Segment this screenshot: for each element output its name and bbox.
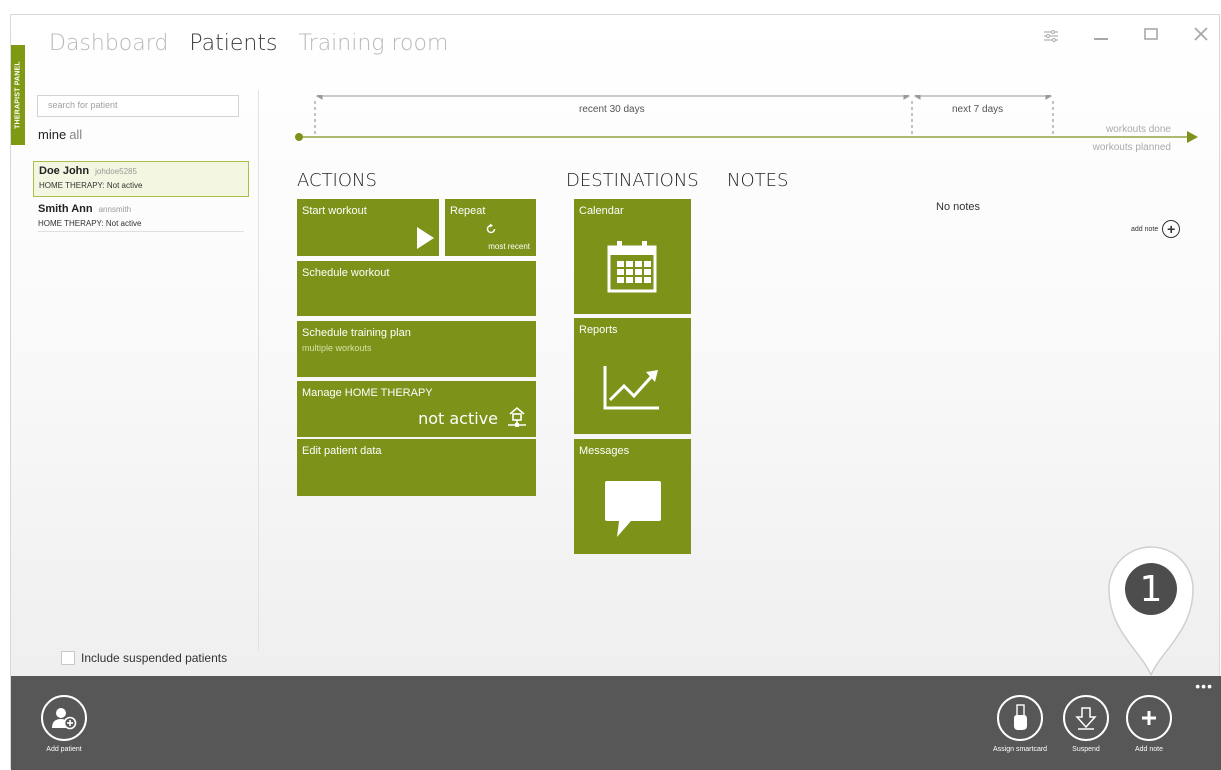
messages-label: Messages	[579, 445, 630, 457]
schedule-workout-tile[interactable]: Schedule workout	[297, 261, 536, 316]
add-patient-label: Add patient	[46, 746, 82, 753]
therapist-panel-tab[interactable]: THERAPIST PANEL	[11, 45, 25, 145]
chart-icon	[603, 366, 659, 410]
include-suspended-option[interactable]: Include suspended patients	[61, 651, 227, 665]
therapist-panel-label: THERAPIST PANEL	[14, 61, 22, 129]
maximize-icon[interactable]	[1139, 25, 1163, 49]
repeat-label: Repeat	[450, 205, 486, 217]
home-network-icon	[508, 406, 526, 427]
filter-all[interactable]: all	[69, 127, 82, 142]
home-therapy-status: not active	[418, 409, 498, 428]
more-icon[interactable]: •••	[1195, 678, 1213, 694]
edit-patient-data-tile[interactable]: Edit patient data	[297, 439, 536, 496]
window-controls	[1039, 25, 1219, 49]
manage-home-label: Manage HOME THERAPY	[302, 387, 433, 399]
repeat-tile[interactable]: Repeat most recent	[445, 199, 536, 256]
search-input[interactable]: search for patient	[37, 95, 239, 117]
suspend-button[interactable]: Suspend	[1063, 695, 1109, 753]
calendar-tile[interactable]: Calendar	[574, 199, 691, 314]
step-callout-marker: 1	[1108, 546, 1194, 677]
next-7-days-label: next 7 days	[952, 104, 1004, 115]
actions-title: ACTIONS	[297, 170, 377, 191]
edit-patient-label: Edit patient data	[302, 445, 382, 457]
manage-home-therapy-tile[interactable]: Manage HOME THERAPY not active	[297, 381, 536, 437]
patient-filter: mine all	[38, 127, 82, 142]
workouts-done-label: workouts done	[1105, 124, 1171, 135]
start-workout-tile[interactable]: Start workout	[297, 199, 439, 256]
plus-icon: +	[1162, 220, 1181, 238]
row-divider	[38, 231, 244, 232]
workouts-planned-label: workouts planned	[1092, 142, 1171, 153]
assign-smartcard-label: Assign smartcard	[993, 746, 1048, 753]
recent-30-days-label: recent 30 days	[579, 104, 645, 115]
main-nav: Dashboard Patients Training room	[49, 31, 462, 56]
calendar-icon	[607, 241, 657, 293]
patient-username: annsmith	[98, 205, 132, 214]
messages-tile[interactable]: Messages	[574, 439, 691, 554]
suspend-label: Suspend	[1072, 746, 1100, 753]
calendar-label: Calendar	[579, 205, 624, 217]
smartcard-icon	[997, 695, 1044, 741]
start-workout-label: Start workout	[302, 205, 367, 217]
include-suspended-label: Include suspended patients	[81, 651, 228, 665]
no-notes-text: No notes	[936, 201, 981, 213]
tab-dashboard[interactable]: Dashboard	[49, 31, 168, 56]
patient-username: johdoe5285	[95, 167, 137, 176]
schedule-plan-label: Schedule training plan	[302, 327, 411, 339]
schedule-training-plan-tile[interactable]: Schedule training plan multiple workouts	[297, 321, 536, 377]
app-window: THERAPIST PANEL Dashboard Patients Train…	[10, 14, 1221, 770]
include-suspended-checkbox[interactable]	[61, 651, 75, 665]
add-note-label: Add note	[1134, 746, 1164, 753]
add-patient-button[interactable]: Add patient	[41, 695, 87, 753]
add-note-link-label: add note	[1131, 225, 1159, 233]
speech-bubble-icon	[605, 481, 661, 537]
patient-name: Smith Ann	[38, 203, 93, 215]
play-icon	[417, 227, 434, 249]
timeline-graphic	[295, 95, 1198, 143]
add-user-icon	[41, 695, 87, 741]
minimize-icon[interactable]	[1089, 25, 1113, 49]
bottom-app-bar: ••• Add patient Assign smartcard Suspend…	[11, 676, 1221, 770]
settings-icon[interactable]	[1039, 25, 1063, 49]
workout-timeline: recent 30 days next 7 days workouts done…	[291, 95, 1201, 165]
schedule-workout-label: Schedule workout	[302, 267, 390, 279]
plus-icon	[1126, 695, 1172, 741]
download-arrow-icon	[1063, 695, 1109, 741]
patient-list-item[interactable]: Smith Ann annsmith HOME THERAPY: Not acti…	[33, 200, 249, 236]
close-icon[interactable]	[1189, 25, 1213, 49]
tab-training-room[interactable]: Training room	[298, 31, 448, 56]
tab-patients[interactable]: Patients	[189, 31, 277, 56]
patient-list-item[interactable]: Doe John johdoe5285 HOME THERAPY: Not act…	[33, 161, 249, 197]
add-note-link[interactable]: add note +	[1131, 220, 1181, 238]
panel-divider	[258, 90, 259, 650]
reports-label: Reports	[579, 324, 618, 336]
assign-smartcard-button[interactable]: Assign smartcard	[993, 695, 1047, 753]
filter-mine[interactable]: mine	[38, 127, 66, 142]
refresh-icon	[486, 223, 496, 234]
notes-title: NOTES	[727, 170, 789, 191]
reports-tile[interactable]: Reports	[574, 318, 691, 434]
repeat-sublabel: most recent	[488, 242, 530, 251]
schedule-plan-sublabel: multiple workouts	[302, 343, 372, 353]
patient-status: HOME THERAPY: Not active	[39, 181, 143, 190]
patient-name: Doe John	[39, 165, 90, 177]
callout-number: 1	[1140, 569, 1163, 610]
destinations-title: DESTINATIONS	[566, 170, 699, 191]
add-note-button[interactable]: Add note	[1126, 695, 1172, 753]
patient-status: HOME THERAPY: Not active	[38, 219, 142, 228]
